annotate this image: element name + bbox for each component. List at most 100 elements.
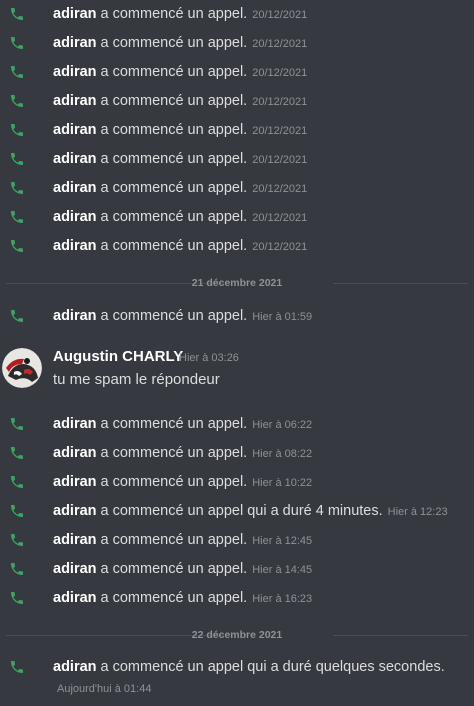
- call-text: a commencé un appel.: [100, 6, 248, 22]
- date-divider: 22 décembre 2021: [0, 628, 474, 642]
- phone-icon: [11, 182, 23, 194]
- call-text: a commencé un appel qui a duré 4 minutes…: [100, 503, 383, 519]
- call-timestamp[interactable]: 20/12/2021: [252, 9, 307, 21]
- message-author[interactable]: Augustin CHARLY: [53, 348, 183, 365]
- call-author[interactable]: adiran: [53, 209, 97, 225]
- call-system-message[interactable]: adiran a commencé un appel. Hier à 16:23: [0, 587, 474, 609]
- phone-icon: [11, 95, 23, 107]
- call-text: a commencé un appel.: [100, 35, 248, 51]
- phone-icon: [11, 8, 23, 20]
- call-text: a commencé un appel.: [100, 64, 248, 80]
- call-author[interactable]: adiran: [53, 93, 97, 109]
- call-text: a commencé un appel.: [100, 93, 248, 109]
- phone-icon: [11, 211, 23, 223]
- call-author[interactable]: adiran: [53, 561, 97, 577]
- call-author[interactable]: adiran: [53, 503, 97, 519]
- call-system-message[interactable]: adiran a commencé un appel. 20/12/2021: [0, 119, 474, 141]
- call-system-message[interactable]: adiran a commencé un appel. Hier à 10:22: [0, 471, 474, 493]
- call-system-message[interactable]: adiran a commencé un appel. Hier à 12:45: [0, 529, 474, 551]
- call-system-message[interactable]: adiran a commencé un appel. 20/12/2021: [0, 206, 474, 228]
- call-timestamp[interactable]: Hier à 12:45: [252, 535, 312, 547]
- call-system-message[interactable]: adiran a commencé un appel. Hier à 14:45: [0, 558, 474, 580]
- call-author[interactable]: adiran: [53, 180, 97, 196]
- phone-icon: [11, 534, 23, 546]
- call-timestamp[interactable]: 20/12/2021: [252, 67, 307, 79]
- date-divider: 21 décembre 2021: [0, 276, 474, 290]
- message-timestamp[interactable]: Hier à 03:26: [179, 352, 239, 364]
- call-timestamp[interactable]: 20/12/2021: [252, 241, 307, 253]
- phone-icon: [11, 661, 23, 673]
- phone-icon: [11, 240, 23, 252]
- call-author[interactable]: adiran: [53, 474, 97, 490]
- phone-icon: [11, 418, 23, 430]
- call-author[interactable]: adiran: [53, 151, 97, 167]
- call-text: a commencé un appel.: [100, 590, 248, 606]
- message-text: tu me spam le répondeur: [53, 371, 220, 388]
- call-author[interactable]: adiran: [53, 35, 97, 51]
- call-text: a commencé un appel.: [100, 532, 248, 548]
- date-divider-label: 21 décembre 2021: [191, 277, 283, 289]
- call-author[interactable]: adiran: [53, 6, 97, 22]
- avatar-image: [2, 348, 42, 388]
- phone-icon: [11, 153, 23, 165]
- call-system-message[interactable]: adiran a commencé un appel. 20/12/2021: [0, 90, 474, 112]
- call-timestamp[interactable]: Aujourd'hui à 01:44: [57, 683, 151, 695]
- call-text: a commencé un appel.: [100, 561, 248, 577]
- phone-icon: [11, 66, 23, 78]
- call-system-message[interactable]: adiran a commencé un appel qui a duré qu…: [0, 656, 474, 678]
- call-timestamp[interactable]: 20/12/2021: [252, 212, 307, 224]
- call-timestamp[interactable]: Hier à 14:45: [252, 564, 312, 576]
- call-system-message[interactable]: adiran a commencé un appel. Hier à 08:22: [0, 442, 474, 464]
- phone-icon: [11, 563, 23, 575]
- call-system-message[interactable]: adiran a commencé un appel. Hier à 06:22: [0, 413, 474, 435]
- phone-icon: [11, 476, 23, 488]
- call-author[interactable]: adiran: [53, 416, 97, 432]
- call-timestamp[interactable]: Hier à 01:59: [252, 311, 312, 323]
- call-author[interactable]: adiran: [53, 308, 97, 324]
- call-timestamp[interactable]: 20/12/2021: [252, 38, 307, 50]
- call-timestamp[interactable]: 20/12/2021: [252, 154, 307, 166]
- call-text: a commencé un appel.: [100, 209, 248, 225]
- call-system-message[interactable]: adiran a commencé un appel. 20/12/2021: [0, 61, 474, 83]
- call-author[interactable]: adiran: [53, 532, 97, 548]
- call-system-message[interactable]: adiran a commencé un appel qui a duré 4 m…: [0, 500, 474, 522]
- call-text: a commencé un appel.: [100, 308, 248, 324]
- call-timestamp[interactable]: Hier à 10:22: [252, 477, 312, 489]
- call-author[interactable]: adiran: [53, 238, 97, 254]
- call-timestamp[interactable]: 20/12/2021: [252, 96, 307, 108]
- call-text: a commencé un appel.: [100, 238, 248, 254]
- call-author[interactable]: adiran: [53, 590, 97, 606]
- chat-message-list[interactable]: adiran a commencé un appel. 20/12/2021 adir…: [0, 0, 474, 706]
- call-system-message[interactable]: adiran a commencé un appel. Hier à 01:59: [0, 305, 474, 327]
- call-author[interactable]: adiran: [53, 659, 97, 675]
- call-text: a commencé un appel.: [100, 151, 248, 167]
- call-system-message[interactable]: adiran a commencé un appel. 20/12/2021: [0, 32, 474, 54]
- call-system-message[interactable]: adiran a commencé un appel. 20/12/2021: [0, 148, 474, 170]
- phone-icon: [11, 310, 23, 322]
- call-system-message[interactable]: adiran a commencé un appel. 20/12/2021: [0, 177, 474, 199]
- call-text: a commencé un appel.: [100, 474, 248, 490]
- phone-icon: [11, 37, 23, 49]
- call-timestamp[interactable]: 20/12/2021: [252, 183, 307, 195]
- call-author[interactable]: adiran: [53, 64, 97, 80]
- call-timestamp[interactable]: Hier à 16:23: [252, 593, 312, 605]
- phone-icon: [11, 592, 23, 604]
- call-timestamp[interactable]: Hier à 08:22: [252, 448, 312, 460]
- call-text: a commencé un appel.: [100, 445, 248, 461]
- phone-icon: [11, 505, 23, 517]
- date-divider-label: 22 décembre 2021: [191, 629, 283, 641]
- call-text: a commencé un appel qui a duré quelques …: [100, 659, 445, 675]
- call-text: a commencé un appel.: [100, 122, 248, 138]
- call-text: a commencé un appel.: [100, 180, 248, 196]
- call-text: a commencé un appel.: [100, 416, 248, 432]
- call-timestamp[interactable]: Hier à 06:22: [252, 419, 312, 431]
- call-system-message[interactable]: adiran a commencé un appel. 20/12/2021: [0, 235, 474, 257]
- call-author[interactable]: adiran: [53, 445, 97, 461]
- call-timestamp[interactable]: Hier à 12:23: [388, 506, 448, 518]
- chat-message[interactable]: Augustin CHARLY Hier à 03:26 tu me spam …: [0, 344, 474, 394]
- user-avatar[interactable]: [2, 348, 42, 388]
- call-timestamp[interactable]: 20/12/2021: [252, 125, 307, 137]
- call-author[interactable]: adiran: [53, 122, 97, 138]
- phone-icon: [11, 447, 23, 459]
- call-system-message[interactable]: adiran a commencé un appel. 20/12/2021: [0, 3, 474, 25]
